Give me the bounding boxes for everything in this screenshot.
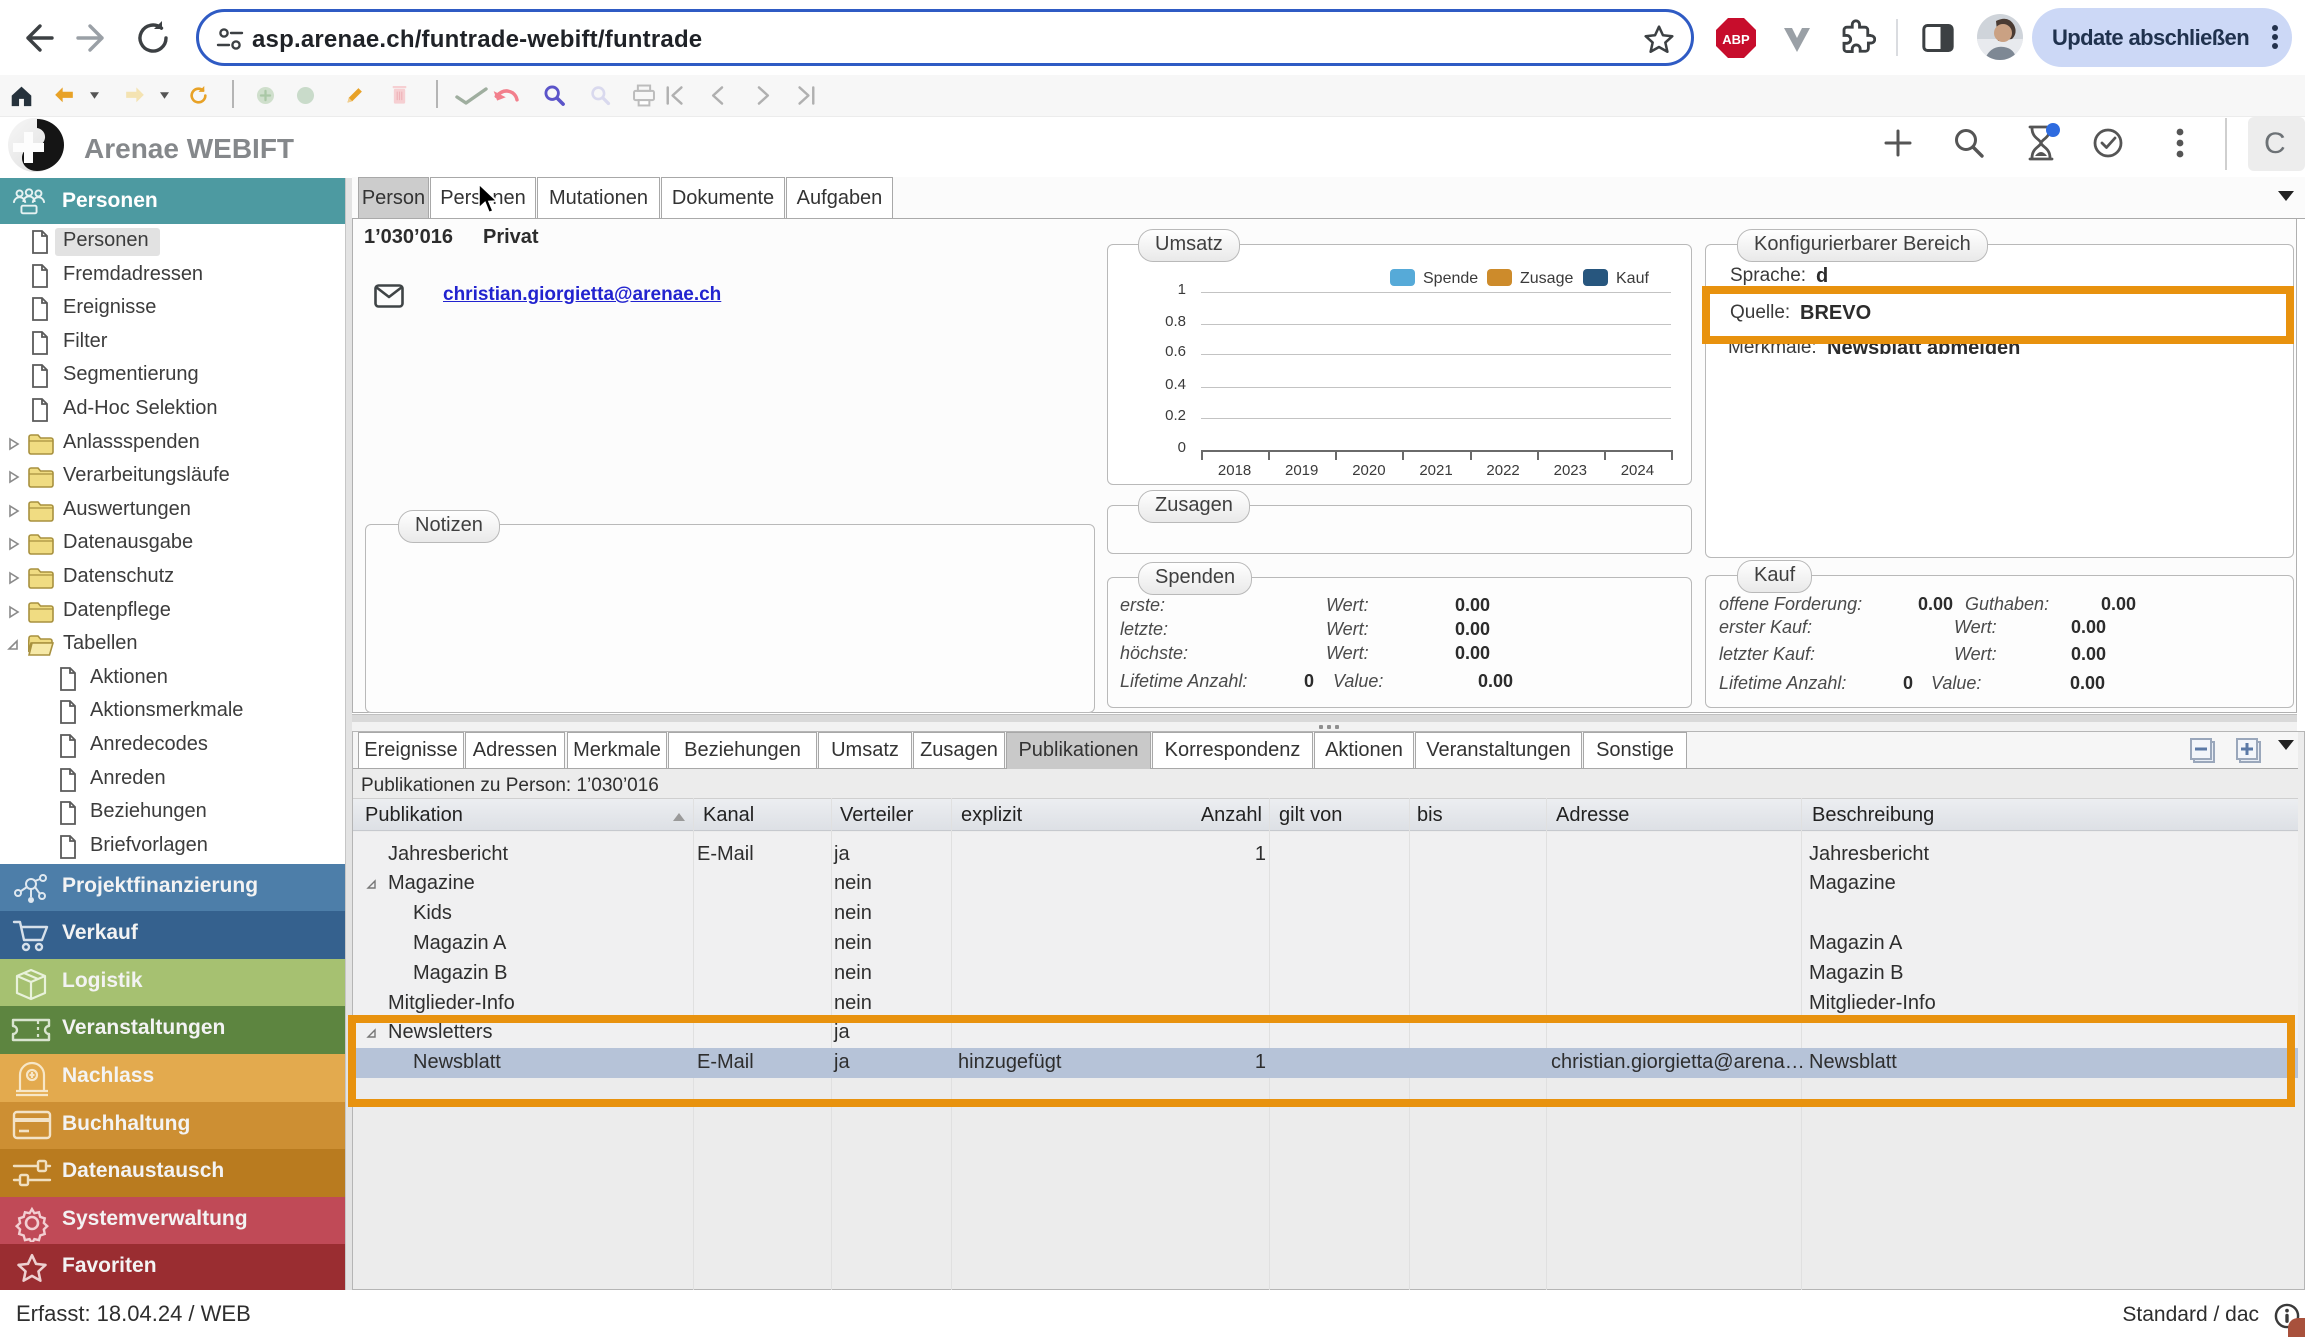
svg-text:ABP: ABP xyxy=(1722,32,1750,47)
